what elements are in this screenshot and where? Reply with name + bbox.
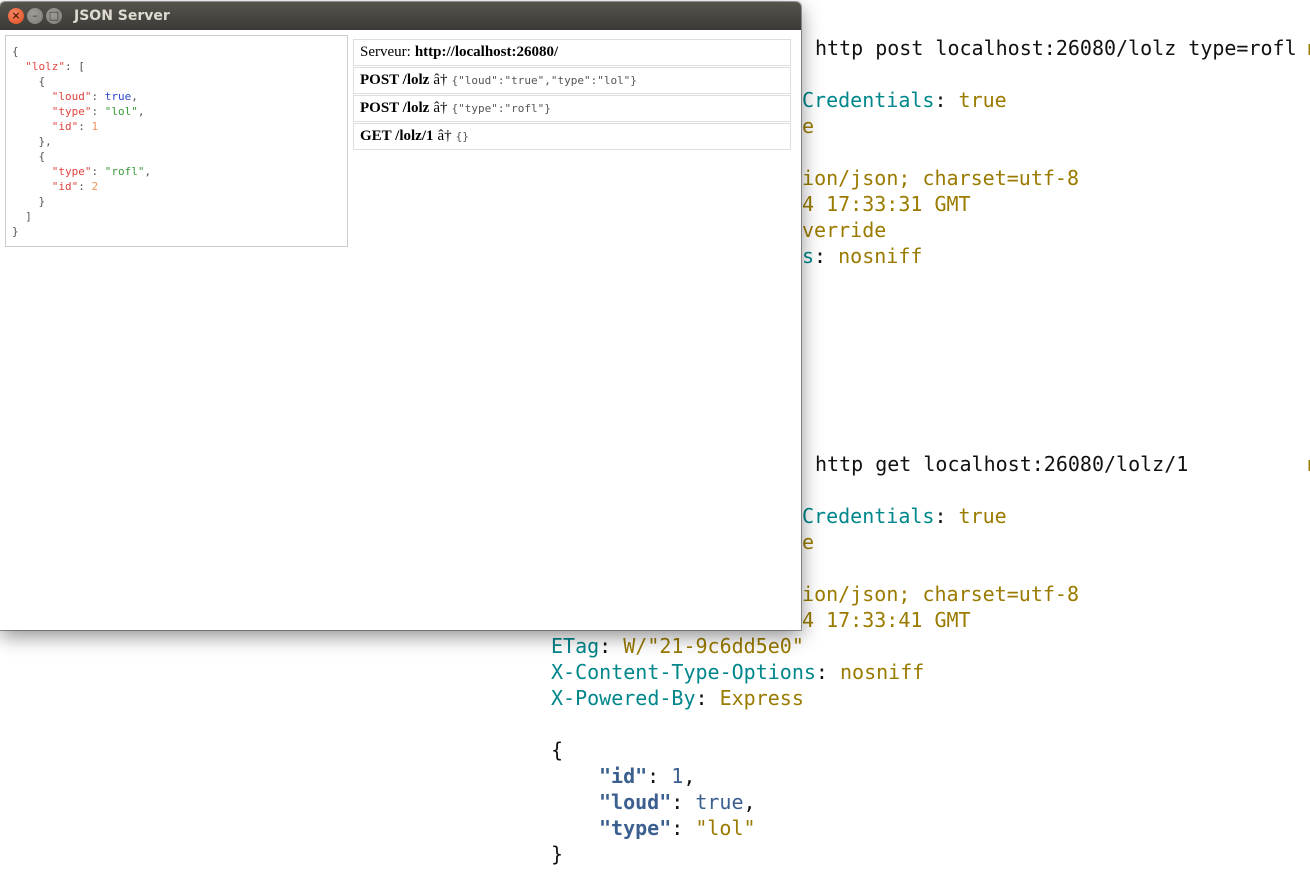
arrow-icon: â†	[437, 128, 452, 144]
terminal-json-type: "type": "lol"	[599, 816, 756, 840]
request-row: POST /lolz â† {"type":"rofl"}	[353, 95, 791, 122]
terminal-json-id: "id": 1,	[599, 764, 696, 788]
json-line: "id": 2	[51, 180, 99, 193]
terminal-header-date: 4 17:33:31 GMT	[802, 192, 971, 216]
terminal-json-open: {	[551, 738, 564, 762]
terminal-header-override: verride	[802, 218, 887, 242]
terminal-header-x-powered-by: X-Powered-By: Express	[551, 686, 804, 710]
close-window-button[interactable]: ×	[8, 8, 24, 24]
terminal-prompt-tail-2: r	[1305, 451, 1310, 477]
minimize-window-button[interactable]: –	[27, 8, 43, 24]
terminal-json-close: }	[551, 842, 564, 866]
request-method-path: GET /lolz/1	[360, 128, 434, 144]
terminal-header-etag: ETag: W/"21-9c6dd5e0"	[551, 634, 804, 658]
request-row: POST /lolz â† {"loud":"true","type":"lol…	[353, 67, 791, 94]
terminal-header-nosniff: s: nosniff	[802, 244, 923, 268]
request-body: {"loud":"true","type":"lol"}	[451, 74, 637, 87]
terminal-header-x-content-type-options: X-Content-Type-Options: nosniff	[551, 660, 925, 684]
terminal-header-content-type: tion/json; charset=utf-8	[790, 166, 1079, 190]
request-log: Serveur: http://localhost:26080/ POST /l…	[353, 39, 791, 151]
terminal-header-credentials: Credentials: true	[802, 88, 1007, 112]
maximize-icon: □	[48, 9, 60, 22]
json-line: },	[38, 135, 52, 148]
json-line: "lolz": [	[25, 60, 85, 73]
arrow-icon: â†	[433, 100, 448, 116]
request-method-path: POST /lolz	[360, 72, 430, 88]
json-line: {	[38, 150, 46, 163]
terminal-header-credentials-2: Credentials: true	[802, 504, 1007, 528]
minimize-icon: –	[32, 9, 38, 22]
arrow-icon: â†	[433, 72, 448, 88]
terminal-header-fragment: e	[802, 114, 815, 138]
terminal-prompt-tail: r	[1305, 35, 1310, 61]
window-content: { "lolz": [ { "loud": true, "type": "lol…	[0, 30, 801, 630]
terminal-header-content-type-2: tion/json; charset=utf-8	[790, 582, 1079, 606]
json-line: }	[38, 195, 46, 208]
request-body: {}	[455, 130, 469, 143]
database-json-panel: { "lolz": [ { "loud": true, "type": "lol…	[5, 35, 348, 247]
server-label: Serveur:	[360, 44, 411, 60]
json-line: "id": 1	[51, 120, 99, 133]
server-row: Serveur: http://localhost:26080/	[353, 39, 791, 66]
json-line: "loud": true,	[51, 90, 138, 103]
terminal-header-fragment-2: e	[802, 530, 815, 554]
request-row: GET /lolz/1 â† {}	[353, 123, 791, 150]
json-line: "type": "rofl",	[51, 165, 152, 178]
json-line: {	[12, 45, 19, 58]
request-method-path: POST /lolz	[360, 100, 430, 116]
window-title: JSON Server	[74, 8, 170, 24]
json-server-window: × – □ JSON Server { "lolz": [ { "loud": …	[0, 2, 801, 630]
request-body: {"type":"rofl"}	[451, 102, 551, 115]
terminal-json-loud: "loud": true,	[599, 790, 756, 814]
server-url-link[interactable]: http://localhost:26080/	[415, 44, 558, 61]
title-bar[interactable]: × – □ JSON Server	[0, 2, 801, 30]
json-line: ]	[25, 210, 32, 223]
json-line: "type": "lol",	[51, 105, 145, 118]
maximize-window-button[interactable]: □	[46, 8, 62, 24]
terminal-header-date-2: 4 17:33:41 GMT	[802, 608, 971, 632]
terminal-command-post: http post localhost:26080/lolz type=rofl	[815, 36, 1297, 60]
terminal-command-get: http get localhost:26080/lolz/1	[815, 452, 1189, 476]
json-line: }	[12, 225, 19, 238]
json-line: {	[38, 75, 46, 88]
close-icon: ×	[11, 9, 21, 22]
